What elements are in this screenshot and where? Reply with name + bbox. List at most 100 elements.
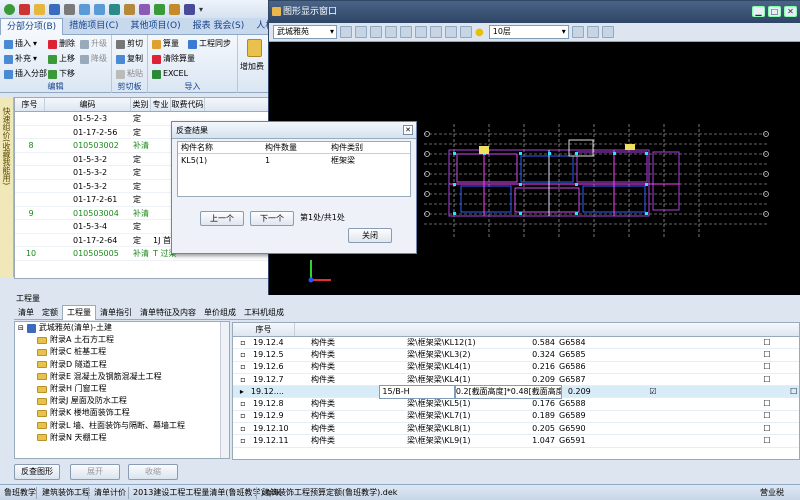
tab-panel-5[interactable]: 单价组成 bbox=[200, 306, 240, 320]
col-type[interactable]: 类别 bbox=[131, 98, 151, 111]
project-select[interactable]: 武城雅苑 bbox=[273, 25, 337, 39]
row-expand-icon[interactable]: ▫ bbox=[233, 374, 253, 386]
row-expand-icon[interactable]: ▫ bbox=[233, 349, 253, 361]
move-up-button[interactable]: 上移 bbox=[48, 53, 75, 65]
report-icon[interactable] bbox=[124, 3, 135, 15]
minimize-button[interactable]: ▁ bbox=[752, 6, 765, 17]
zoom-out-icon[interactable] bbox=[400, 26, 412, 38]
tree-root[interactable]: ⊟ 武城雅苑(清单)-土建 bbox=[15, 322, 229, 334]
upgrade-button[interactable]: 升级 bbox=[80, 38, 107, 50]
maximize-button[interactable]: □ bbox=[768, 6, 781, 17]
row-checkbox-2[interactable]: ☐ bbox=[788, 386, 799, 398]
prev-button[interactable]: 上一个 bbox=[200, 211, 244, 226]
col-code[interactable]: 编码 bbox=[45, 98, 131, 111]
tree-item[interactable]: 附录E 混凝土及钢筋混凝土工程 bbox=[15, 371, 229, 383]
rotate-icon[interactable] bbox=[370, 26, 382, 38]
close-project-icon[interactable] bbox=[19, 3, 30, 15]
insert-section-button[interactable]: 插入分部 bbox=[4, 68, 47, 80]
row-checkbox-2[interactable]: ☐ bbox=[761, 361, 773, 373]
table-row[interactable]: ▸19.12.... 15/B-H0.2[截面高度]*0.48[截面高度]*...… bbox=[233, 384, 799, 399]
refresh-icon[interactable] bbox=[154, 3, 165, 15]
tab-reports[interactable]: 报表 我会(S) bbox=[187, 18, 251, 35]
dialog-close-button[interactable]: ✕ bbox=[403, 125, 413, 135]
col-seq[interactable]: 序号 bbox=[15, 98, 45, 111]
paste-button[interactable]: 粘贴 bbox=[116, 68, 143, 80]
table-row[interactable]: ▫ 19.12.11 构件类 梁\框架梁\KL9(1) 1.047 G6591 ☐ bbox=[233, 435, 799, 448]
tree-scrollbar[interactable] bbox=[220, 322, 229, 458]
pan-icon[interactable] bbox=[415, 26, 427, 38]
lower-col-seq[interactable]: 序号 bbox=[233, 323, 295, 336]
insert-button[interactable]: 插入 ▾ bbox=[4, 38, 37, 50]
lock-icon[interactable] bbox=[169, 3, 180, 15]
excel-button[interactable]: EXCEL bbox=[152, 68, 188, 80]
dialog-close-action[interactable]: 关闭 bbox=[348, 228, 392, 243]
table-row[interactable]: ▫ 19.12.5 构件类 梁\框架梁\KL3(2) 0.324 G6585 ☐ bbox=[233, 349, 799, 362]
delete-button[interactable]: 删除 bbox=[48, 38, 75, 50]
row-expand-icon[interactable]: ▫ bbox=[233, 423, 253, 435]
row-checkbox-2[interactable]: ☐ bbox=[761, 349, 773, 361]
dialog-col-count[interactable]: 构件数量 bbox=[262, 142, 328, 153]
chevron-down-icon[interactable]: ▾ bbox=[199, 5, 203, 14]
settings-icon[interactable] bbox=[139, 3, 150, 15]
grid-toggle-icon[interactable] bbox=[460, 26, 472, 38]
tree-item[interactable]: 附录C 桩基工程 bbox=[15, 346, 229, 358]
row-checkbox[interactable]: ☑ bbox=[648, 386, 659, 398]
redo-icon[interactable] bbox=[94, 3, 105, 15]
row-checkbox-2[interactable]: ☐ bbox=[761, 398, 773, 410]
tree-item[interactable]: 附录H 门窗工程 bbox=[15, 383, 229, 395]
tree-item[interactable]: 附录D 隧道工程 bbox=[15, 359, 229, 371]
tree-item[interactable]: 附录N 天棚工程 bbox=[15, 432, 229, 444]
undo-icon[interactable] bbox=[79, 3, 90, 15]
collapse-button[interactable]: 收缩 bbox=[128, 464, 178, 480]
count-button[interactable]: 算量 bbox=[152, 38, 179, 50]
layer-icon[interactable] bbox=[340, 26, 352, 38]
row-expand-icon[interactable]: ▫ bbox=[233, 398, 253, 410]
3d-view-icon[interactable] bbox=[445, 26, 457, 38]
tab-panel-6[interactable]: 工料机组成 bbox=[240, 306, 288, 320]
tab-panel-1[interactable]: 定额 bbox=[38, 306, 62, 320]
tab-panel-4[interactable]: 清单特征及内容 bbox=[136, 306, 200, 320]
table-row[interactable]: ▫ 19.12.4 构件类 梁\框架梁\KL12(1) 0.584 G6584 ☐ bbox=[233, 337, 799, 350]
pointer-icon[interactable] bbox=[355, 26, 367, 38]
row-expand-icon[interactable]: ▫ bbox=[233, 435, 253, 447]
row-expand-icon[interactable]: ▸ bbox=[233, 386, 251, 398]
tree-item[interactable]: 附录K 楼地面装饰工程 bbox=[15, 407, 229, 419]
expand-button[interactable]: 展开 bbox=[70, 464, 120, 480]
row-checkbox-2[interactable]: ☐ bbox=[761, 435, 773, 447]
copy-button[interactable]: 复制 bbox=[116, 53, 143, 65]
tab-panel-3[interactable]: 清单指引 bbox=[96, 306, 136, 320]
row-expand-icon[interactable]: ▫ bbox=[233, 410, 253, 422]
reverse-lookup-button[interactable]: 反查图形 bbox=[14, 464, 60, 480]
lightbulb-icon[interactable]: ● bbox=[475, 27, 484, 38]
save-icon[interactable] bbox=[49, 3, 60, 15]
fit-view-icon[interactable] bbox=[430, 26, 442, 38]
dialog-col-name[interactable]: 构件名称 bbox=[178, 142, 262, 153]
supplement-button[interactable]: 补充 ▾ bbox=[4, 53, 37, 65]
clear-count-button[interactable]: 清除算量 bbox=[152, 53, 195, 65]
help-icon[interactable] bbox=[184, 3, 195, 15]
add-fee-button[interactable]: 增加费 bbox=[240, 61, 264, 73]
next-button[interactable]: 下一个 bbox=[250, 211, 294, 226]
table-row[interactable]: ▫ 19.12.8 构件类 梁\框架梁\KL5(1) 0.176 G6588 ☐ bbox=[233, 398, 799, 411]
col-fee-code[interactable]: 取费代码 bbox=[171, 98, 205, 111]
tab-panel-2[interactable]: 工程量 bbox=[62, 305, 96, 320]
collapse-icon[interactable]: ⊟ bbox=[18, 322, 24, 334]
row-checkbox-2[interactable]: ☐ bbox=[761, 423, 773, 435]
table-row[interactable]: ▫ 19.12.6 构件类 梁\框架梁\KL4(1) 0.216 G6586 ☐ bbox=[233, 362, 799, 374]
tab-measures[interactable]: 措施项目(C) bbox=[63, 18, 124, 35]
dialog-table-row[interactable]: KL5(1) 1 框架梁 bbox=[178, 154, 410, 166]
tree-item[interactable]: 附录L 墙、柱面装饰与隔断、幕墙工程 bbox=[15, 420, 229, 432]
render-icon[interactable] bbox=[601, 26, 614, 38]
app-logo-icon[interactable] bbox=[4, 3, 15, 15]
zoom-in-icon[interactable] bbox=[385, 26, 397, 38]
dialog-col-category[interactable]: 构件类别 bbox=[328, 142, 410, 153]
cut-button[interactable]: 剪切 bbox=[116, 38, 143, 50]
floor-copy-icon[interactable] bbox=[586, 26, 599, 38]
quick-pricing-strip[interactable]: 快速组价(收藏我能用) bbox=[0, 97, 14, 277]
floor-up-icon[interactable] bbox=[571, 26, 584, 38]
table-row[interactable]: ▫ 19.12.9 构件类 梁\框架梁\KL7(1) 0.189 G6589 ☐ bbox=[233, 410, 799, 424]
tree-item[interactable]: 附录A 土石方工程 bbox=[15, 334, 229, 346]
table-row[interactable]: ▫ 19.12.10 构件类 梁\框架梁\KL8(1) 0.205 G6590 ☐ bbox=[233, 423, 799, 436]
open-folder-icon[interactable] bbox=[34, 3, 45, 15]
floor-select[interactable]: 10层 bbox=[488, 25, 569, 39]
